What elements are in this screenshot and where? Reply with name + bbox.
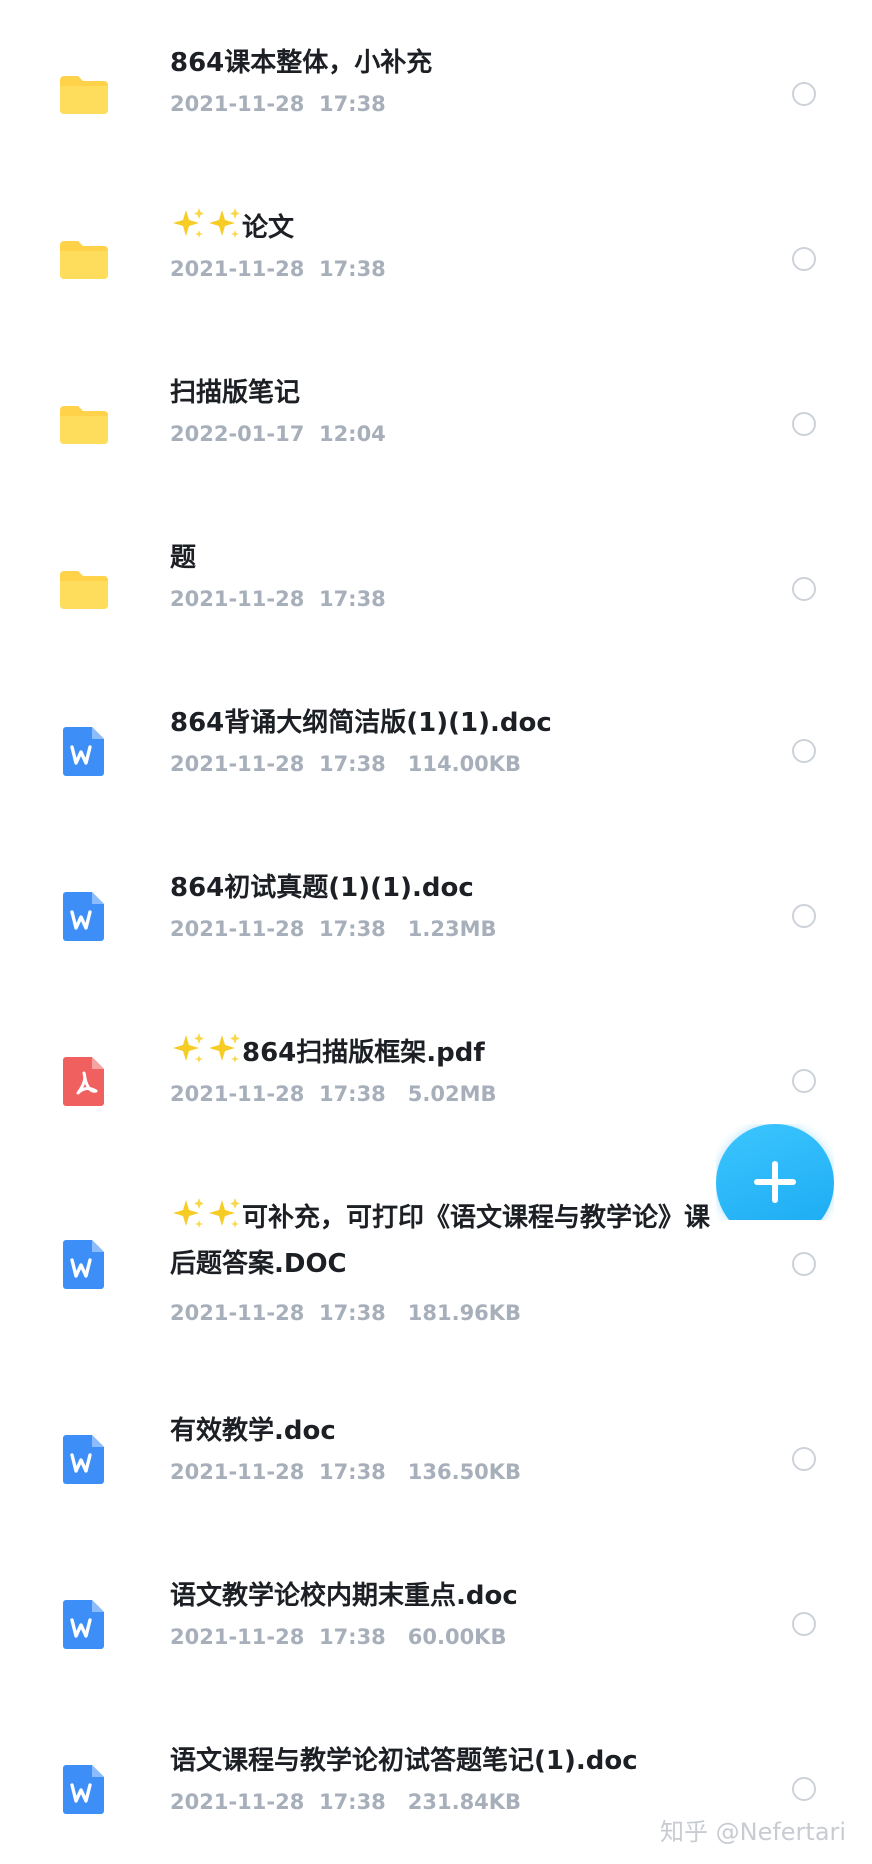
file-meta: 2021-11-28 17:38 114.00KB <box>170 750 521 778</box>
folder-icon <box>56 66 112 122</box>
file-meta: 2021-11-28 17:38 231.84KB <box>170 1788 521 1816</box>
file-time: 17:38 <box>318 1790 386 1814</box>
select-radio[interactable] <box>792 904 816 928</box>
file-date: 2021-11-28 <box>170 1460 305 1484</box>
select-radio[interactable] <box>792 1612 816 1636</box>
file-name-text: 864背诵大纲简洁版(1)(1).doc <box>170 708 552 738</box>
file-time: 17:38 <box>318 1625 386 1649</box>
select-radio[interactable] <box>792 82 816 106</box>
file-time: 17:38 <box>318 1082 386 1106</box>
word-file-icon <box>56 1596 112 1652</box>
word-file-icon <box>56 1431 112 1487</box>
file-time: 17:38 <box>318 257 386 281</box>
file-date: 2021-11-28 <box>170 917 305 941</box>
plus-icon-vertical <box>772 1161 778 1203</box>
file-time: 17:38 <box>318 917 386 941</box>
word-file-icon <box>56 723 112 779</box>
folder-icon <box>56 561 112 617</box>
file-size: 5.02MB <box>407 1082 497 1106</box>
add-button[interactable] <box>716 1124 834 1220</box>
select-radio[interactable] <box>792 1252 816 1276</box>
file-size: 114.00KB <box>407 752 522 776</box>
word-file-icon <box>56 888 112 944</box>
file-date: 2021-11-28 <box>170 92 305 116</box>
pdf-file-icon <box>56 1053 112 1109</box>
file-size: 136.50KB <box>407 1460 522 1484</box>
file-name-text: 论文 <box>242 213 295 243</box>
file-size: 1.23MB <box>407 917 497 941</box>
word-file-icon <box>56 1761 112 1817</box>
select-radio[interactable] <box>792 412 816 436</box>
file-name-text: 语文课程与教学论初试答题笔记(1).doc <box>170 1746 638 1776</box>
file-size: 231.84KB <box>407 1790 522 1814</box>
file-size: 181.96KB <box>407 1301 522 1325</box>
select-radio[interactable] <box>792 1069 816 1093</box>
file-date: 2021-11-28 <box>170 257 305 281</box>
file-name-text: 扫描版笔记 <box>170 378 301 408</box>
file-name: 864扫描版框架.pdf <box>170 1030 730 1076</box>
select-radio[interactable] <box>792 739 816 763</box>
file-name: 864初试真题(1)(1).doc <box>170 865 730 911</box>
file-meta: 2021-11-28 17:38 1.23MB <box>170 915 496 943</box>
file-size: 60.00KB <box>407 1625 507 1649</box>
file-name: 864课本整体，小补充 <box>170 40 730 86</box>
file-time: 17:38 <box>318 1301 386 1325</box>
file-name-text: 864初试真题(1)(1).doc <box>170 873 474 903</box>
file-meta: 2021-11-28 17:38 181.96KB <box>170 1299 521 1327</box>
select-radio[interactable] <box>792 577 816 601</box>
file-meta: 2021-11-28 17:38 <box>170 90 386 118</box>
file-name: 题 <box>170 535 730 581</box>
file-name-text: 864扫描版框架.pdf <box>242 1038 485 1068</box>
watermark: 知乎 @Nefertari <box>660 1818 847 1846</box>
word-file-icon <box>56 1236 112 1292</box>
file-name-text: 864课本整体，小补充 <box>170 48 433 78</box>
file-meta: 2022-01-17 12:04 <box>170 420 386 448</box>
file-name: 扫描版笔记 <box>170 370 730 416</box>
file-name-text: 可补充，可打印《语文课程与教学论》课后题答案.DOC <box>170 1203 711 1279</box>
file-time: 17:38 <box>318 1460 386 1484</box>
file-name-text: 语文教学论校内期末重点.doc <box>170 1581 518 1611</box>
file-name-text: 题 <box>170 543 197 573</box>
file-meta: 2021-11-28 17:38 60.00KB <box>170 1623 506 1651</box>
sparkle-icon <box>173 1033 204 1063</box>
file-time: 12:04 <box>318 422 386 446</box>
file-name: 有效教学.doc <box>170 1408 730 1454</box>
file-date: 2021-11-28 <box>170 1082 305 1106</box>
file-name: 864背诵大纲简洁版(1)(1).doc <box>170 700 730 746</box>
file-list: 864课本整体，小补充 2021-11-28 17:38 论文 2021-11-28 … <box>0 0 872 1864</box>
file-date: 2021-11-28 <box>170 1790 305 1814</box>
file-date: 2021-11-28 <box>170 752 305 776</box>
sparkle-icon <box>173 1198 204 1228</box>
file-list-screen: 864课本整体，小补充 2021-11-28 17:38 论文 2021-11-28 … <box>0 0 872 1864</box>
select-radio[interactable] <box>792 247 816 271</box>
file-time: 17:38 <box>318 92 386 116</box>
file-name-text: 有效教学.doc <box>170 1416 336 1446</box>
file-time: 17:38 <box>318 587 386 611</box>
select-radio[interactable] <box>792 1447 816 1471</box>
sparkle-icon <box>173 208 204 238</box>
file-date: 2022-01-17 <box>170 422 305 446</box>
folder-icon <box>56 231 112 287</box>
file-name: 论文 <box>170 205 730 251</box>
file-date: 2021-11-28 <box>170 587 305 611</box>
sparkle-icon <box>209 208 240 238</box>
file-name: 可补充，可打印《语文课程与教学论》课后题答案.DOC <box>170 1195 730 1287</box>
file-meta: 2021-11-28 17:38 5.02MB <box>170 1080 496 1108</box>
select-radio[interactable] <box>792 1777 816 1801</box>
file-name: 语文教学论校内期末重点.doc <box>170 1573 730 1619</box>
sparkle-icon <box>209 1033 240 1063</box>
file-date: 2021-11-28 <box>170 1625 305 1649</box>
file-time: 17:38 <box>318 752 386 776</box>
file-meta: 2021-11-28 17:38 136.50KB <box>170 1458 521 1486</box>
folder-icon <box>56 396 112 452</box>
file-meta: 2021-11-28 17:38 <box>170 255 386 283</box>
file-date: 2021-11-28 <box>170 1301 305 1325</box>
file-name: 语文课程与教学论初试答题笔记(1).doc <box>170 1738 730 1784</box>
sparkle-icon <box>209 1198 240 1228</box>
file-meta: 2021-11-28 17:38 <box>170 585 386 613</box>
